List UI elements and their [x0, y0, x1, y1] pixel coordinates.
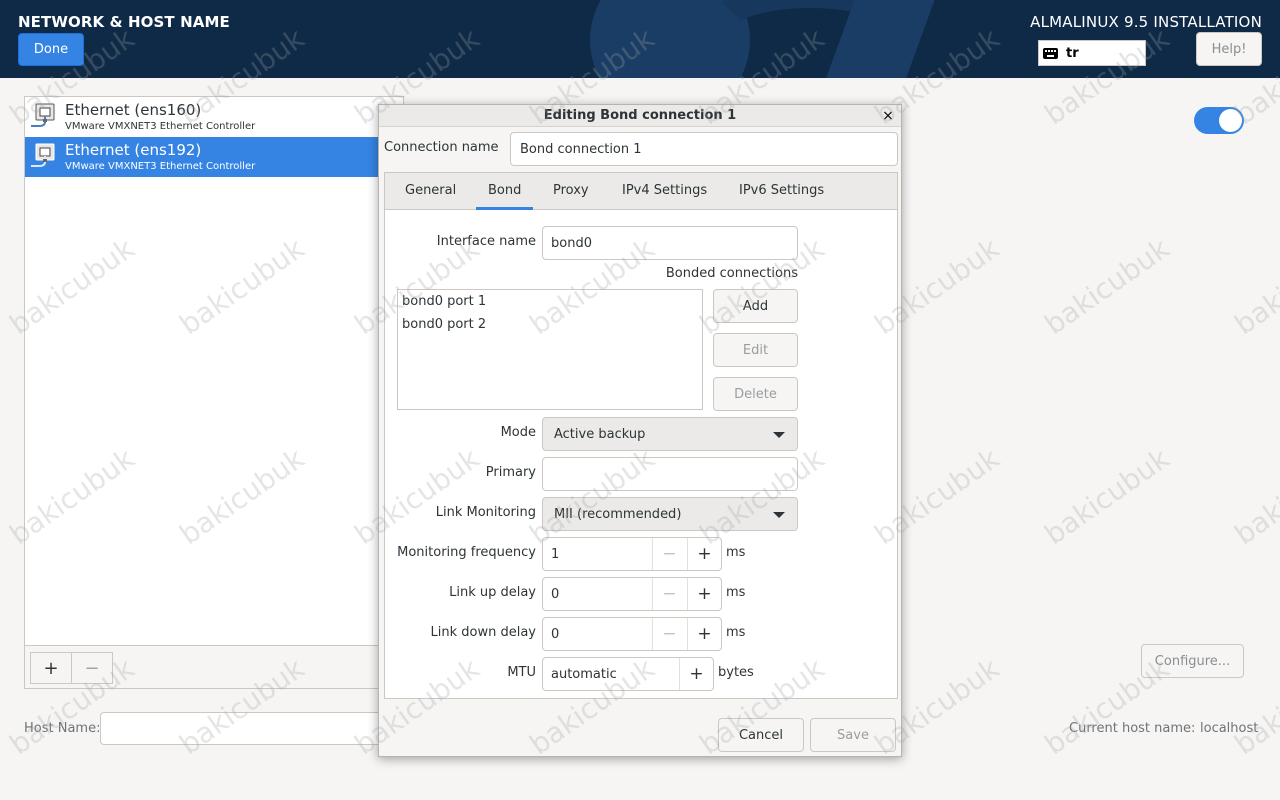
watermark-text: bakicubuk [1228, 441, 1280, 552]
decrement-button[interactable]: − [652, 618, 686, 650]
device-list: Ethernet (ens160) VMware VMXNET3 Etherne… [24, 96, 404, 646]
device-enable-toggle[interactable] [1194, 107, 1244, 134]
bonded-connections-label: Bonded connections [665, 266, 798, 281]
keyboard-layout-indicator[interactable]: tr [1038, 40, 1146, 66]
mode-label: Mode [500, 425, 536, 440]
list-item[interactable]: bond0 port 2 [402, 317, 486, 332]
edit-bonded-connection-button[interactable]: Edit [713, 333, 798, 367]
link-up-delay-label: Link up delay [449, 585, 536, 600]
host-name-label: Host Name: [24, 721, 101, 736]
spinner-value: automatic [551, 667, 617, 682]
add-bonded-connection-button[interactable]: Add [713, 289, 798, 323]
chevron-down-icon [773, 512, 785, 518]
unit-label: bytes [718, 665, 754, 680]
cancel-button[interactable]: Cancel [718, 718, 804, 752]
done-button[interactable]: Done [18, 33, 84, 66]
tab-ipv6-settings[interactable]: IPv6 Settings [727, 173, 836, 210]
ethernet-icon [31, 103, 55, 127]
mode-dropdown[interactable]: Active backup [542, 417, 798, 451]
mode-value: Active backup [554, 426, 646, 442]
close-icon[interactable]: × [879, 106, 897, 126]
unit-label: ms [726, 625, 746, 640]
device-name: Ethernet (ens192) [65, 141, 202, 159]
watermark-text: bakicubuk [1228, 231, 1280, 342]
primary-label: Primary [485, 465, 536, 480]
decrement-button[interactable]: − [652, 578, 686, 610]
device-name: Ethernet (ens160) [65, 101, 202, 119]
spinner-value: 0 [551, 627, 560, 642]
current-host-name-label: Current host name: [1069, 721, 1196, 736]
increment-button[interactable]: + [687, 618, 721, 650]
settings-notebook: General Bond Proxy IPv4 Settings IPv6 Se… [384, 172, 898, 699]
increment-button[interactable]: + [687, 578, 721, 610]
keyboard-icon [1043, 47, 1058, 59]
link-monitoring-dropdown[interactable]: MII (recommended) [542, 497, 798, 531]
interface-name-input[interactable]: bond0 [542, 226, 798, 260]
chevron-down-icon [773, 432, 785, 438]
spinner-value: 1 [551, 547, 560, 562]
interface-name-label: Interface name [436, 234, 536, 249]
link-monitoring-label: Link Monitoring [435, 505, 536, 520]
increment-button[interactable]: + [687, 538, 721, 570]
help-button[interactable]: Help! [1196, 32, 1262, 66]
remove-device-button[interactable]: − [71, 652, 113, 684]
product-title: ALMALINUX 9.5 INSTALLATION [1030, 13, 1262, 31]
tab-ipv4-settings[interactable]: IPv4 Settings [610, 173, 719, 210]
decrement-button[interactable]: − [652, 538, 686, 570]
list-item[interactable]: bond0 port 1 [402, 294, 486, 309]
monitoring-frequency-label: Monitoring frequency [397, 545, 536, 560]
connection-name-input[interactable]: Bond connection 1 [510, 132, 898, 166]
current-host-name-value: localhost [1200, 721, 1259, 736]
tab-general[interactable]: General [393, 173, 468, 210]
mtu-spinner[interactable]: automatic + [542, 657, 714, 691]
watermark-text: bakicubuk [1038, 231, 1176, 342]
save-button[interactable]: Save [810, 718, 896, 752]
ethernet-icon [31, 143, 55, 167]
keyboard-layout-label: tr [1066, 45, 1079, 61]
tab-bond[interactable]: Bond [476, 173, 534, 210]
primary-input[interactable] [542, 457, 798, 491]
add-device-button[interactable]: + [30, 652, 72, 684]
device-item-ens160[interactable]: Ethernet (ens160) VMware VMXNET3 Etherne… [25, 97, 403, 137]
tab-proxy[interactable]: Proxy [541, 173, 601, 210]
dialog-title: Editing Bond connection 1 [379, 105, 901, 127]
device-description: VMware VMXNET3 Ethernet Controller [65, 121, 256, 132]
device-list-toolbar: + − [24, 645, 404, 689]
device-description: VMware VMXNET3 Ethernet Controller [65, 161, 256, 172]
link-monitoring-value: MII (recommended) [554, 506, 682, 522]
configure-button[interactable]: Configure... [1141, 644, 1244, 678]
unit-label: ms [726, 545, 746, 560]
link-down-delay-spinner[interactable]: 0 − + [542, 617, 722, 651]
page-title: NETWORK & HOST NAME [18, 13, 230, 31]
tab-bar: General Bond Proxy IPv4 Settings IPv6 Se… [385, 173, 897, 210]
mtu-label: MTU [507, 665, 536, 680]
device-item-ens192[interactable]: Ethernet (ens192) VMware VMXNET3 Etherne… [25, 137, 403, 177]
link-down-delay-label: Link down delay [430, 625, 537, 640]
edit-bond-dialog: Editing Bond connection 1 × Connection n… [378, 104, 902, 757]
top-header: NETWORK & HOST NAME Done ALMALINUX 9.5 I… [0, 0, 1280, 78]
link-up-delay-spinner[interactable]: 0 − + [542, 577, 722, 611]
host-name-input[interactable] [100, 712, 390, 745]
monitoring-frequency-spinner[interactable]: 1 − + [542, 537, 722, 571]
watermark-text: bakicubuk [1038, 441, 1176, 552]
unit-label: ms [726, 585, 746, 600]
bonded-connections-list[interactable]: bond0 port 1 bond0 port 2 [397, 289, 703, 410]
spinner-value: 0 [551, 587, 560, 602]
delete-bonded-connection-button[interactable]: Delete [713, 377, 798, 411]
increment-button[interactable]: + [679, 658, 713, 690]
toggle-knob [1219, 109, 1242, 132]
connection-name-label: Connection name [384, 140, 499, 155]
